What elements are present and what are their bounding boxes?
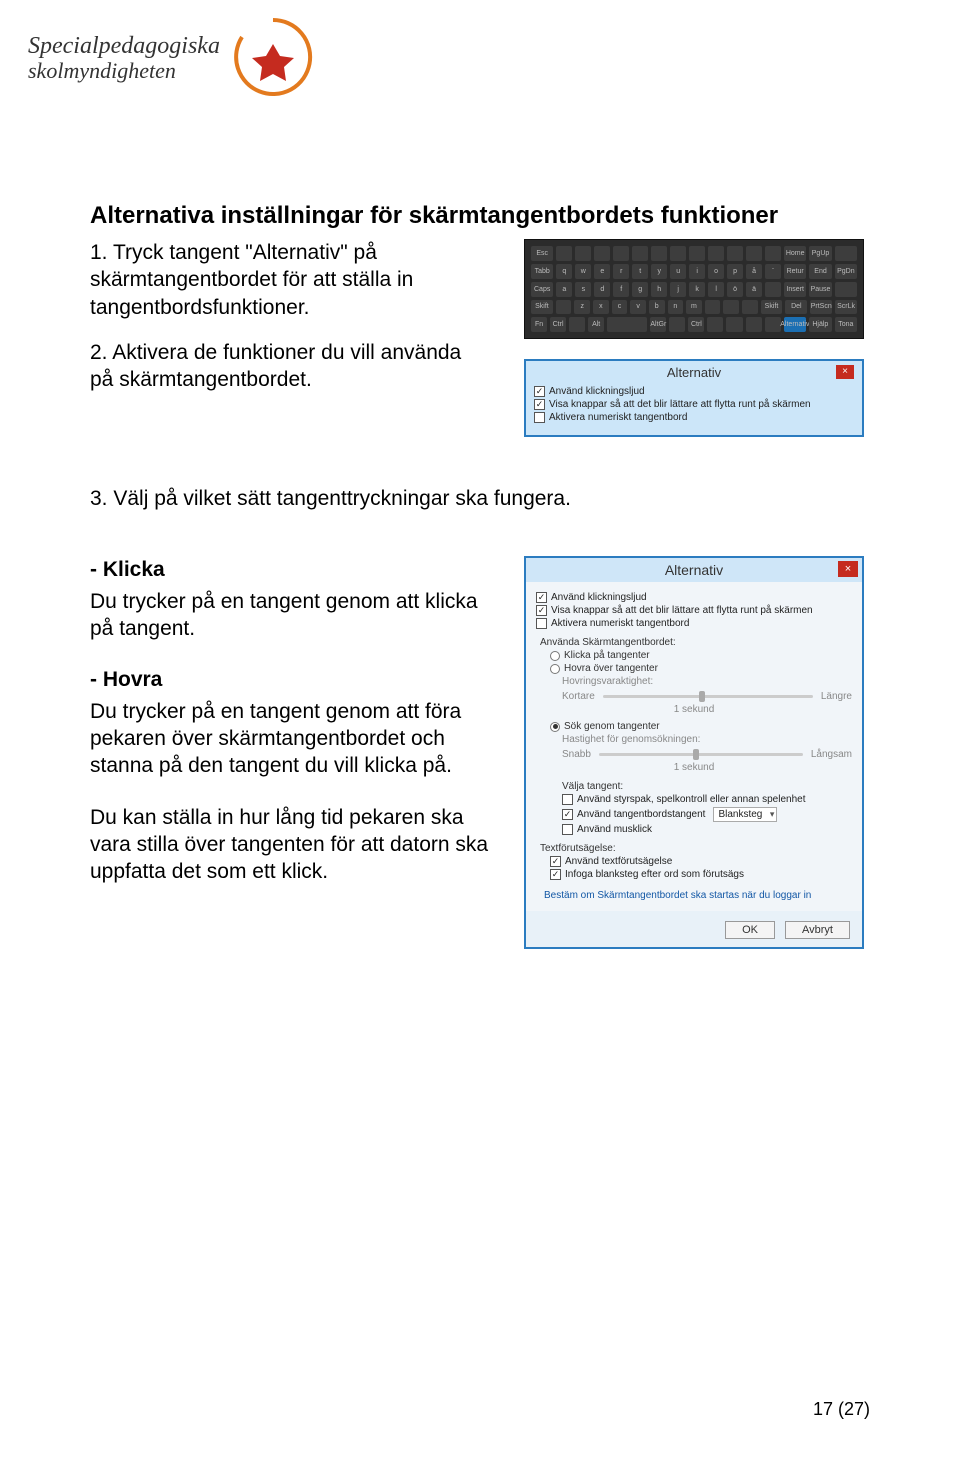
dialog-title: Alternativ bbox=[665, 562, 723, 578]
section-title: Alternativa inställningar för skärmtange… bbox=[90, 200, 870, 231]
checkbox-prediction[interactable]: ✓ bbox=[550, 856, 561, 867]
checkbox-numeric[interactable] bbox=[536, 618, 547, 629]
checkbox-clicksound[interactable]: ✓ bbox=[534, 386, 545, 397]
section-prediction-label: Textförutsägelse: bbox=[540, 843, 852, 854]
section-use-label: Använda Skärmtangentbordet: bbox=[540, 637, 852, 648]
dialog-title: Alternativ bbox=[667, 365, 721, 380]
scan-speed-value: 1 sekund bbox=[536, 762, 852, 773]
klicka-heading: - Klicka bbox=[90, 556, 490, 583]
page-number: 17 (27) bbox=[813, 1399, 870, 1420]
hovra-heading: - Hovra bbox=[90, 666, 490, 693]
scan-speed-slider[interactable] bbox=[599, 753, 803, 756]
checkbox-showbuttons[interactable]: ✓ bbox=[536, 605, 547, 616]
step-1: 1. Tryck tangent "Alternativ" på skärmta… bbox=[90, 239, 490, 321]
checkbox-insertspace[interactable]: ✓ bbox=[550, 869, 561, 880]
hover-duration-value: 1 sekund bbox=[536, 704, 852, 715]
radio-hover[interactable] bbox=[550, 664, 560, 674]
checkbox-clicksound[interactable]: ✓ bbox=[536, 592, 547, 603]
brand-star-icon bbox=[230, 14, 316, 100]
options-dialog-small: Alternativ × ✓Använd klickningsljud ✓Vis… bbox=[524, 359, 864, 437]
keyboardkey-select[interactable]: Blanksteg bbox=[713, 807, 777, 822]
step-2: 2. Aktivera de funktioner du vill använd… bbox=[90, 339, 490, 394]
close-icon[interactable]: × bbox=[836, 365, 854, 379]
scan-speed-label: Hastighet för genomsökningen: bbox=[562, 734, 852, 745]
radio-click[interactable] bbox=[550, 651, 560, 661]
klicka-text: Du trycker på en tangent genom att klick… bbox=[90, 588, 490, 643]
startup-link[interactable]: Bestäm om Skärmtangentbordet ska startas… bbox=[544, 890, 852, 901]
section-select-label: Välja tangent: bbox=[562, 781, 852, 792]
hovra-text-2: Du kan ställa in hur lång tid pekaren sk… bbox=[90, 804, 490, 886]
kb-key: Esc bbox=[531, 246, 553, 261]
hover-duration-slider[interactable] bbox=[603, 695, 813, 698]
kb-alternativ-key: Alternativ bbox=[784, 317, 806, 332]
step-3: 3. Välj på vilket sätt tangenttryckninga… bbox=[90, 485, 870, 512]
brand-line1: Specialpedagogiska bbox=[28, 34, 220, 59]
hovra-text-1: Du trycker på en tangent genom att föra … bbox=[90, 698, 490, 780]
steps-list: 1. Tryck tangent "Alternativ" på skärmta… bbox=[90, 239, 490, 393]
checkbox-joystick[interactable] bbox=[562, 794, 573, 805]
checkbox-numeric[interactable] bbox=[534, 412, 545, 423]
onscreen-keyboard-figure: Esc Home PgUp Tabb qwertyuiopå¨ Retur En… bbox=[524, 239, 864, 339]
checkbox-showbuttons[interactable]: ✓ bbox=[534, 399, 545, 410]
brand-line2: skolmyndigheten bbox=[28, 59, 220, 82]
checkbox-mouseclick[interactable] bbox=[562, 824, 573, 835]
brand-logo: Specialpedagogiska skolmyndigheten bbox=[28, 34, 316, 100]
cancel-button[interactable]: Avbryt bbox=[785, 921, 850, 939]
hover-duration-label: Hovringsvaraktighet: bbox=[562, 676, 852, 687]
options-dialog-large: Alternativ × ✓Använd klickningsljud ✓Vis… bbox=[524, 556, 864, 949]
close-icon[interactable]: × bbox=[838, 561, 858, 577]
checkbox-keyboardkey[interactable]: ✓ bbox=[562, 809, 573, 820]
ok-button[interactable]: OK bbox=[725, 921, 775, 939]
radio-scan[interactable] bbox=[550, 722, 560, 732]
